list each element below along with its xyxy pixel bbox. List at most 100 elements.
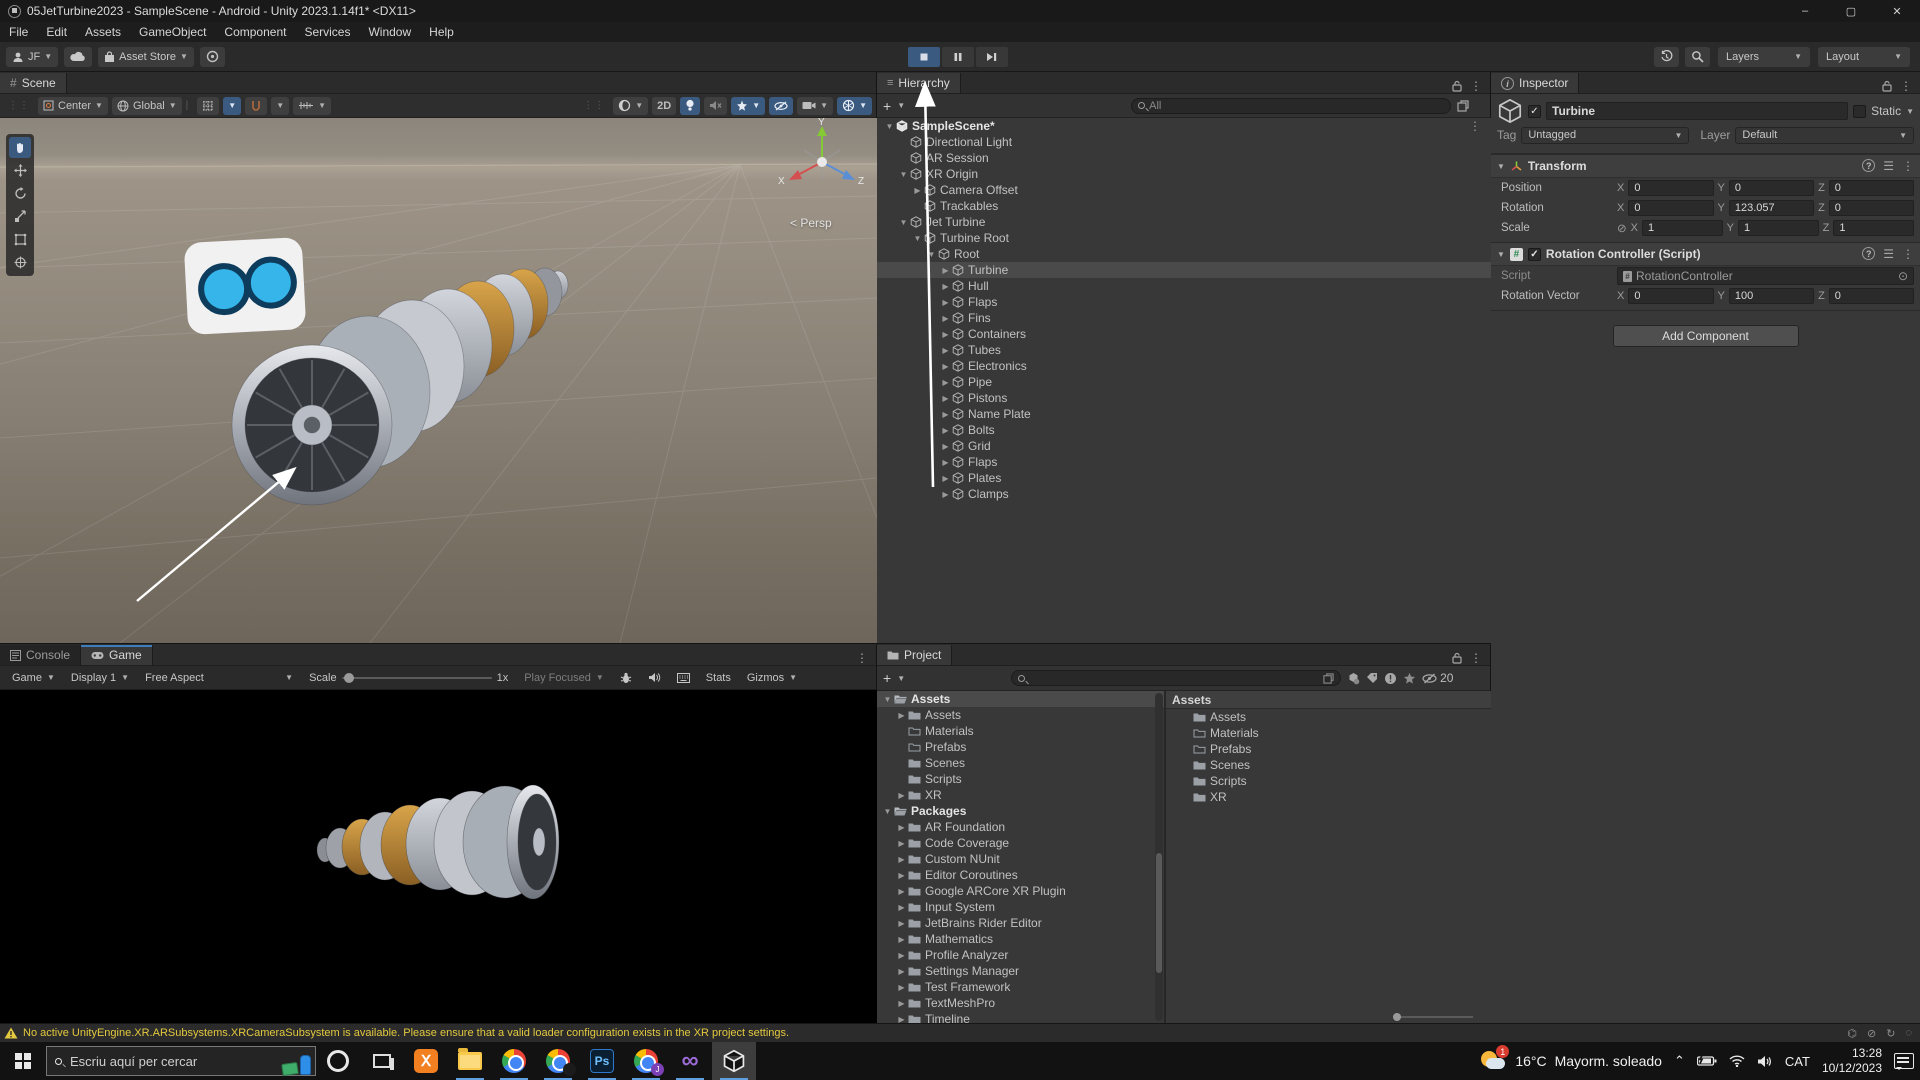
tree-row[interactable]: ▶Code Coverage: [877, 835, 1164, 851]
grid-snap-toggle[interactable]: [197, 97, 219, 115]
foldout-closed-icon[interactable]: ▶: [895, 951, 908, 960]
foldout-closed-icon[interactable]: ▶: [895, 903, 908, 912]
lighting-toggle[interactable]: [680, 97, 700, 115]
foldout-closed-icon[interactable]: ▶: [939, 362, 952, 371]
help-icon[interactable]: ?: [1862, 159, 1875, 172]
rotate-tool-button[interactable]: [9, 183, 31, 204]
presets-icon[interactable]: ☰: [1883, 247, 1894, 261]
tree-row[interactable]: ▶Settings Manager: [877, 963, 1164, 979]
tree-row[interactable]: ▶Input System: [877, 899, 1164, 915]
kebab-menu-icon[interactable]: ⋮: [1470, 79, 1482, 93]
rotation-z-field[interactable]: 0: [1829, 200, 1914, 216]
effects-dropdown[interactable]: ▼: [731, 97, 765, 115]
tree-row[interactable]: Prefabs: [877, 739, 1164, 755]
start-button[interactable]: [0, 1042, 46, 1080]
collab-icon[interactable]: ⌬: [1847, 1027, 1857, 1040]
foldout-closed-icon[interactable]: ▶: [895, 999, 908, 1008]
foldout-open-icon[interactable]: ▼: [881, 807, 894, 816]
object-picker-icon[interactable]: ⊙: [1898, 269, 1908, 283]
link-scale-icon[interactable]: ⊘: [1617, 221, 1627, 235]
tool-settings-dropdown[interactable]: ▼: [293, 97, 331, 115]
lock-icon[interactable]: [1452, 652, 1462, 664]
opera-icon[interactable]: [316, 1042, 360, 1080]
add-component-button[interactable]: Add Component: [1613, 325, 1799, 347]
transform-header[interactable]: ▼ Transform ? ☰ ⋮: [1491, 154, 1920, 178]
foldout-closed-icon[interactable]: ▶: [939, 330, 952, 339]
tab-game[interactable]: Game: [81, 645, 153, 665]
tag-dropdown[interactable]: Untagged▼: [1521, 127, 1689, 144]
tree-row[interactable]: ▶Electronics: [877, 358, 1491, 374]
pause-button[interactable]: [942, 47, 974, 67]
pivot-mode-dropdown[interactable]: Center▼: [38, 97, 108, 115]
vsync-button[interactable]: [671, 669, 696, 687]
move-tool-button[interactable]: [9, 160, 31, 181]
tree-row[interactable]: ▶Flaps: [877, 294, 1491, 310]
menu-file[interactable]: File: [0, 25, 37, 39]
perspective-label[interactable]: < Persp: [790, 216, 832, 230]
foldout-closed-icon[interactable]: ▶: [939, 474, 952, 483]
asset-zoom-slider[interactable]: [1393, 1016, 1473, 1018]
tree-row[interactable]: ▶Containers: [877, 326, 1491, 342]
tab-scene[interactable]: # Scene: [0, 73, 67, 93]
favorites-star-icon[interactable]: [1403, 672, 1416, 685]
game-target-dropdown[interactable]: Game▼: [6, 669, 61, 687]
scene-viewport[interactable]: X Y Z < Persp: [0, 118, 877, 643]
chrome-dark-icon[interactable]: [536, 1042, 580, 1080]
foldout-closed-icon[interactable]: ▶: [939, 266, 952, 275]
tree-row[interactable]: ▶Custom NUnit: [877, 851, 1164, 867]
game-viewport[interactable]: [0, 690, 877, 1024]
2d-toggle[interactable]: 2D: [652, 97, 676, 115]
shading-mode-dropdown[interactable]: ▼: [613, 97, 648, 115]
add-object-caret[interactable]: ▼: [897, 101, 905, 110]
scale-z-field[interactable]: 1: [1833, 220, 1914, 236]
scale-tool-button[interactable]: [9, 206, 31, 227]
scale-x-field[interactable]: 1: [1642, 220, 1723, 236]
vector-x-field[interactable]: 0: [1628, 288, 1713, 304]
tree-row[interactable]: ▶TextMeshPro: [877, 995, 1164, 1011]
project-tree-scrollbar[interactable]: [1155, 693, 1163, 1021]
mute-audio-button[interactable]: [642, 669, 667, 687]
tree-row[interactable]: ▶Hull: [877, 278, 1491, 294]
tree-row[interactable]: ▶Pistons: [877, 390, 1491, 406]
foldout-open-icon[interactable]: ▼: [897, 170, 910, 179]
scale-slider-knob[interactable]: [344, 673, 354, 683]
cloud-button[interactable]: [64, 47, 92, 67]
tab-console[interactable]: Console: [0, 645, 81, 665]
language-indicator[interactable]: CAT: [1785, 1054, 1810, 1069]
scale-y-field[interactable]: 1: [1738, 220, 1819, 236]
action-center-icon[interactable]: [1894, 1053, 1914, 1069]
foldout-open-icon[interactable]: ▼: [881, 695, 894, 704]
foldout-closed-icon[interactable]: ▶: [895, 871, 908, 880]
photoshop-icon[interactable]: Ps: [580, 1042, 624, 1080]
static-dropdown-caret[interactable]: ▼: [1906, 107, 1914, 116]
search-everywhere-button[interactable]: [200, 47, 225, 67]
menu-window[interactable]: Window: [359, 25, 420, 39]
layout-dropdown[interactable]: Layout▼: [1818, 47, 1910, 67]
foldout-closed-icon[interactable]: ▶: [895, 839, 908, 848]
menu-gameobject[interactable]: GameObject: [130, 25, 215, 39]
wifi-icon[interactable]: [1729, 1055, 1745, 1067]
tree-row[interactable]: Scenes: [1166, 757, 1491, 773]
foldout-closed-icon[interactable]: ▶: [895, 935, 908, 944]
display-dropdown[interactable]: Display 1▼: [65, 669, 135, 687]
scene-camera-settings-dropdown[interactable]: ▼: [837, 97, 872, 115]
tree-row[interactable]: ▼XR Origin: [877, 166, 1491, 182]
tree-row[interactable]: ▶Bolts: [877, 422, 1491, 438]
tree-row[interactable]: ▶Mathematics: [877, 931, 1164, 947]
tab-inspector[interactable]: i Inspector: [1491, 73, 1579, 93]
kebab-menu-icon[interactable]: ⋮: [1902, 247, 1914, 261]
tray-expand-icon[interactable]: ⌃: [1674, 1053, 1685, 1069]
foldout-closed-icon[interactable]: ▶: [895, 711, 908, 720]
account-button[interactable]: JF▼: [6, 47, 58, 67]
file-explorer-icon[interactable]: [448, 1042, 492, 1080]
progress-icon[interactable]: ◌: [1905, 1027, 1912, 1040]
asset-zoom-knob[interactable]: [1393, 1013, 1401, 1021]
tree-row[interactable]: ▶Google ARCore XR Plugin: [877, 883, 1164, 899]
scale-slider[interactable]: [342, 677, 492, 679]
tree-row[interactable]: ▶Name Plate: [877, 406, 1491, 422]
search-by-type-icon[interactable]: [1347, 672, 1360, 685]
tree-row[interactable]: ▼Root: [877, 246, 1491, 262]
snap-increment-dropdown[interactable]: ▼: [271, 97, 289, 115]
stats-toggle[interactable]: Stats: [700, 669, 737, 687]
task-view-icon[interactable]: [360, 1042, 404, 1080]
